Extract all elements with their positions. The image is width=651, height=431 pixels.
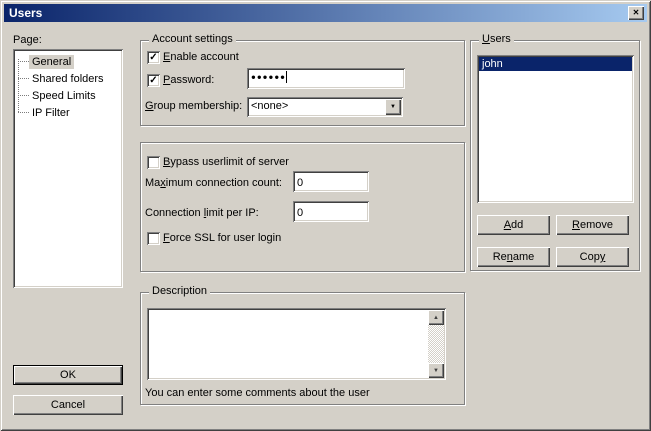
description-title: Description (149, 285, 210, 298)
force-ssl-label: Force SSL for user login (163, 232, 281, 245)
users-group-title: Users (479, 33, 514, 46)
close-button[interactable]: ✕ (628, 6, 644, 20)
check-icon: ✓ (149, 74, 157, 87)
tree-item-general[interactable]: General (29, 55, 74, 69)
remove-button-label: Remove (572, 219, 613, 231)
rename-button[interactable]: Rename (477, 247, 550, 267)
connection-limit-per-ip-label: Connection limit per IP: (145, 207, 259, 220)
tree-connector (18, 61, 29, 62)
scrollbar-track[interactable] (428, 325, 444, 363)
bypass-userlimit-label: Bypass userlimit of server (163, 156, 289, 169)
account-settings-title: Account settings (149, 33, 236, 46)
user-list-item[interactable]: john (479, 57, 632, 71)
tree-item-speed-limits[interactable]: Speed Limits (29, 89, 99, 103)
page-list-label: Page: (13, 34, 42, 47)
tree-row[interactable]: Speed Limits (13, 87, 123, 104)
password-checkbox[interactable]: ✓ (147, 74, 160, 87)
add-button-label: Add (504, 219, 524, 231)
max-connection-count-input[interactable] (293, 171, 369, 192)
password-value: ●●●●●● (251, 73, 286, 82)
max-connection-count-label: Maximum connection count: (145, 177, 282, 190)
description-textarea[interactable]: ▲ ▼ (147, 308, 446, 380)
bypass-userlimit-checkbox[interactable] (147, 156, 160, 169)
ok-button-label: OK (60, 369, 76, 381)
connection-limit-per-ip-input[interactable] (293, 201, 369, 222)
title-bar[interactable]: Users ✕ (4, 4, 647, 22)
tree-row[interactable]: IP Filter (13, 104, 123, 121)
password-input[interactable]: ●●●●●● (247, 68, 405, 89)
cancel-button-label: Cancel (51, 399, 85, 411)
group-membership-label: Group membership: (145, 100, 242, 113)
tree-item-ip-filter[interactable]: IP Filter (29, 106, 73, 120)
tree-connector (18, 112, 29, 113)
arrow-up-icon: ▲ (433, 315, 439, 321)
rename-button-label: Rename (493, 251, 535, 263)
enable-account-label: Enable account (163, 51, 239, 64)
tree-connector (18, 95, 29, 96)
tree-connector (18, 78, 29, 79)
description-hint: You can enter some comments about the us… (145, 387, 370, 400)
page-tree[interactable]: General Shared folders Speed Limits IP F… (13, 49, 123, 288)
copy-button[interactable]: Copy (556, 247, 629, 267)
scroll-up-button[interactable]: ▲ (428, 310, 444, 325)
add-button[interactable]: Add (477, 215, 550, 235)
vertical-scrollbar[interactable]: ▲ ▼ (428, 310, 444, 378)
group-membership-value: <none> (251, 100, 288, 113)
copy-button-label: Copy (580, 251, 606, 263)
window-title: Users (9, 6, 42, 20)
close-icon: ✕ (633, 4, 640, 22)
text-caret (286, 71, 287, 83)
group-membership-select[interactable]: <none> ▼ (247, 97, 403, 117)
ok-button[interactable]: OK (13, 365, 123, 385)
users-dialog: Users ✕ Page: General Shared folders Spe… (0, 0, 651, 431)
remove-button[interactable]: Remove (556, 215, 629, 235)
tree-item-shared-folders[interactable]: Shared folders (29, 72, 107, 86)
dropdown-button[interactable]: ▼ (385, 99, 401, 115)
chevron-down-icon: ▼ (390, 104, 396, 110)
password-label: Password: (163, 74, 214, 87)
arrow-down-icon: ▼ (433, 368, 439, 374)
users-list[interactable]: john (477, 55, 634, 203)
force-ssl-checkbox[interactable] (147, 232, 160, 245)
enable-account-checkbox[interactable]: ✓ (147, 51, 160, 64)
check-icon: ✓ (149, 51, 157, 64)
tree-row[interactable]: Shared folders (13, 70, 123, 87)
cancel-button[interactable]: Cancel (13, 395, 123, 415)
scroll-down-button[interactable]: ▼ (428, 363, 444, 378)
tree-row[interactable]: General (13, 53, 123, 70)
